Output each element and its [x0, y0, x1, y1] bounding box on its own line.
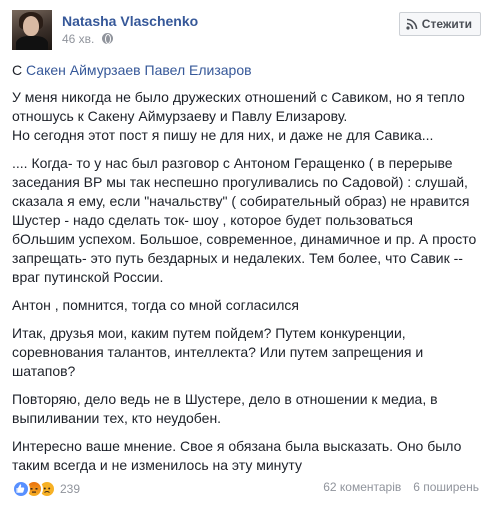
- post-paragraph: Интересно ваше мнение. Свое я обязана бы…: [12, 438, 462, 473]
- post-footer: 239 62 коментарів 6 поширень: [12, 480, 479, 498]
- post-time[interactable]: 46 хв.: [62, 32, 94, 46]
- post-body: С Сакен Аймурзаев Павел Елизаров У меня …: [12, 61, 479, 484]
- post-paragraph: .... Когда- то у нас был разговор с Анто…: [12, 155, 477, 285]
- like-icon: [12, 480, 30, 498]
- shares-count[interactable]: 6 поширень: [413, 480, 479, 494]
- rss-icon: [406, 18, 418, 30]
- follow-label: Стежити: [421, 17, 472, 31]
- with-prefix: С: [12, 62, 23, 78]
- globe-icon: [101, 33, 113, 44]
- post-paragraph: Повторяю, дело ведь не в Шустере, дело в…: [12, 391, 438, 426]
- comments-count[interactable]: 62 коментарів: [323, 480, 401, 494]
- avatar[interactable]: [12, 10, 52, 50]
- tagged-people: С Сакен Аймурзаев Павел Елизаров: [12, 61, 479, 80]
- follow-button[interactable]: Стежити: [398, 12, 481, 36]
- reactions-summary[interactable]: 239: [12, 480, 80, 498]
- author-name[interactable]: Natasha Vlaschenko: [62, 13, 198, 29]
- post-header: Natasha Vlaschenko 46 хв. Стежити: [12, 10, 481, 50]
- post-paragraph: У меня никогда не было дружеских отношен…: [12, 89, 465, 143]
- post-paragraph: Антон , помнится, тогда со мной согласил…: [12, 297, 299, 313]
- post-paragraph: Итак, друзья мои, каким путем пойдем? Пу…: [12, 325, 424, 379]
- tagged-person-link[interactable]: Сакен Аймурзаев: [26, 62, 141, 78]
- engagement-stats: 62 коментарів 6 поширень: [323, 480, 479, 494]
- post-meta: 46 хв.: [62, 32, 113, 46]
- reactions-count: 239: [60, 482, 81, 496]
- tagged-person-link[interactable]: Павел Елизаров: [145, 62, 252, 78]
